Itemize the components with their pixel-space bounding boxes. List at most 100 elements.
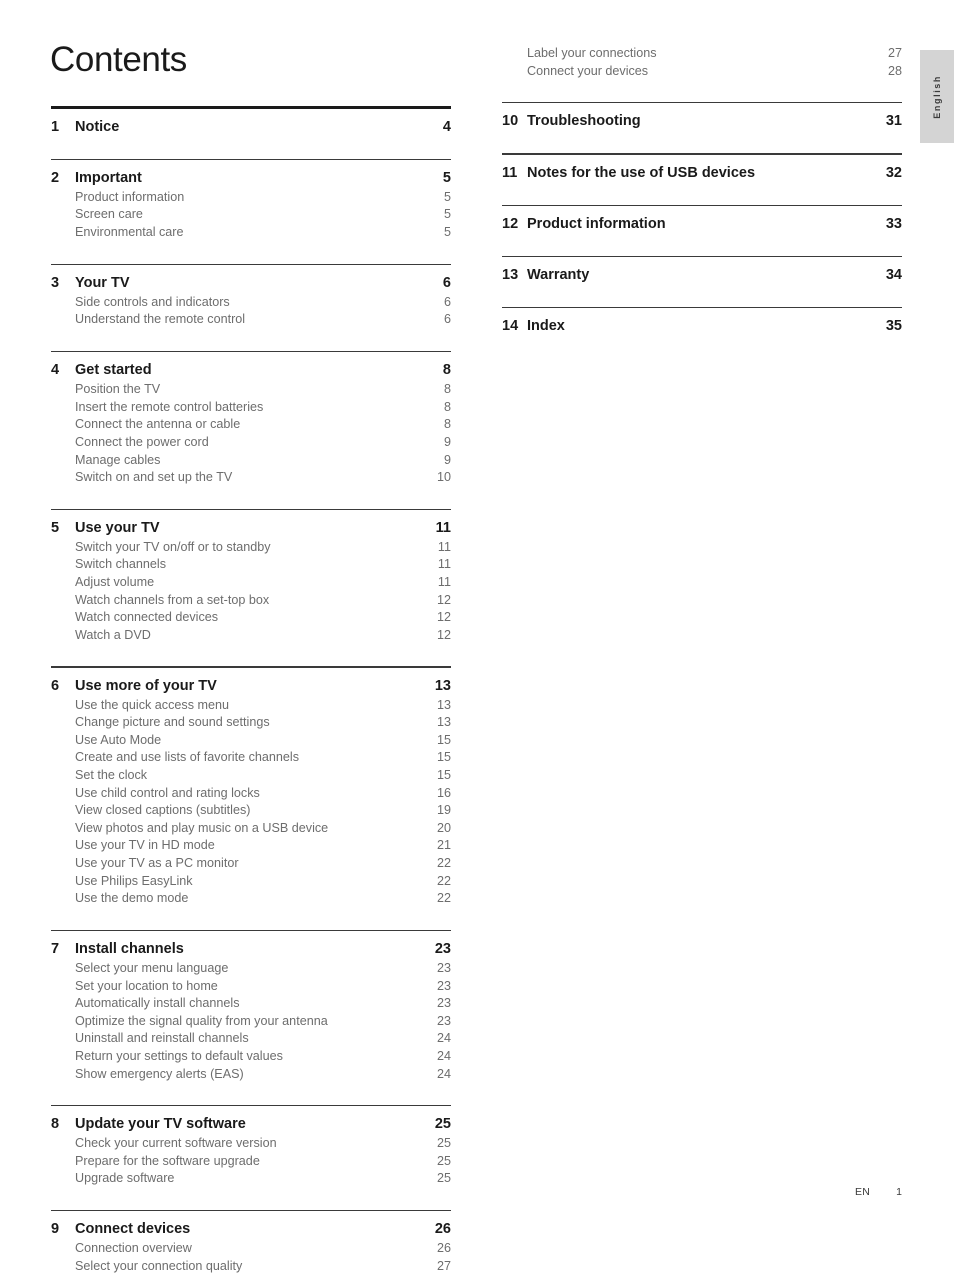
toc-subitem[interactable]: Select your connection quality 27: [51, 1258, 451, 1275]
toc-heading-10[interactable]: 10 Troubleshooting 31: [502, 110, 902, 131]
toc-subitem[interactable]: Switch channels 11: [51, 556, 451, 574]
toc-subitem[interactable]: Switch on and set up the TV 10: [51, 469, 451, 487]
toc-heading-6-label: Use more of your TV: [75, 677, 217, 694]
toc-subitem[interactable]: Select your menu language 23: [51, 960, 451, 978]
toc-heading-9[interactable]: 9 Connect devices 26: [51, 1218, 451, 1239]
toc-subitem-page: 23: [436, 960, 451, 975]
toc-subitem-label: Switch on and set up the TV: [75, 470, 233, 485]
toc-subitem[interactable]: Use the quick access menu 13: [51, 697, 451, 715]
toc-subitem-page: 26: [436, 1241, 451, 1256]
toc-subitem[interactable]: Adjust volume 11: [51, 574, 451, 592]
toc-subitem[interactable]: Watch channels from a set-top box 12: [51, 592, 451, 610]
toc-subitem[interactable]: Prepare for the software upgrade 25: [51, 1153, 451, 1171]
toc-subitem-page: 5: [443, 207, 451, 222]
toc-heading-13[interactable]: 13 Warranty 34: [502, 264, 902, 285]
toc-subitem[interactable]: Automatically install channels 23: [51, 995, 451, 1013]
toc-subitem-list: Use the quick access menu 13 Change pictur…: [51, 697, 451, 908]
toc-heading-2-number: 2: [51, 169, 60, 186]
toc-heading-1[interactable]: 1 Notice 4: [51, 116, 451, 137]
toc-heading-3[interactable]: 3 Your TV 6: [51, 272, 451, 293]
divider-spacer: [51, 265, 451, 272]
toc-subitem[interactable]: Use Auto Mode 15: [51, 732, 451, 750]
toc-subitem[interactable]: View closed captions (subtitles) 19: [51, 802, 451, 820]
toc-subitem[interactable]: Show emergency alerts (EAS) 24: [51, 1066, 451, 1084]
toc-subitem[interactable]: Connect the antenna or cable 8: [51, 416, 451, 434]
toc-heading-6-number: 6: [51, 677, 60, 694]
toc-heading-7[interactable]: 7 Install channels 23: [51, 938, 451, 959]
toc-subitem-label: Connect the antenna or cable: [75, 417, 241, 432]
toc-heading-2[interactable]: 2 Important 5: [51, 167, 451, 188]
toc-subitem[interactable]: Screen care 5: [51, 206, 451, 224]
toc-subitem[interactable]: Check your current software version 25: [51, 1135, 451, 1153]
toc-subitem[interactable]: Connection overview 26: [51, 1240, 451, 1258]
toc-heading-2-label: Important: [75, 169, 142, 186]
toc-subitem[interactable]: Product information 5: [51, 189, 451, 207]
toc-subitem[interactable]: Watch connected devices 12: [51, 609, 451, 627]
toc-heading-1-number: 1: [51, 118, 60, 135]
toc-section: 14 Index 35: [502, 285, 902, 336]
toc-subitem[interactable]: View photos and play music on a USB devi…: [51, 820, 451, 838]
toc-subitem-label: Prepare for the software upgrade: [75, 1153, 260, 1168]
toc-subitem-label: Watch channels from a set-top box: [75, 592, 270, 607]
toc-subitem-page: 19: [436, 803, 451, 818]
toc-subitem-page: 8: [443, 417, 451, 432]
toc-subitem[interactable]: Manage cables 9: [51, 452, 451, 470]
toc-subitem-label: Use your TV as a PC monitor: [75, 855, 239, 870]
toc-subitem[interactable]: Return your settings to default values 24: [51, 1048, 451, 1066]
toc-heading-14[interactable]: 14 Index 35: [502, 315, 902, 336]
toc-subitem-page: 25: [436, 1136, 451, 1151]
toc-subitem-page: 24: [436, 1066, 451, 1081]
toc-subitem[interactable]: Uninstall and reinstall channels 24: [51, 1030, 451, 1048]
toc-subitem-label: Change picture and sound settings: [75, 715, 270, 730]
toc-subitem[interactable]: Set the clock 15: [51, 767, 451, 785]
toc-heading-6[interactable]: 6 Use more of your TV 13: [51, 675, 451, 696]
divider-spacer: [51, 160, 451, 167]
toc-subitem[interactable]: Use Philips EasyLink 22: [51, 873, 451, 891]
toc-subitem[interactable]: Understand the remote control 6: [51, 311, 451, 329]
toc-subitem[interactable]: Insert the remote control batteries 8: [51, 399, 451, 417]
toc-subitem[interactable]: Connect your devices 28: [502, 63, 902, 81]
toc-heading-13-label: Warranty: [527, 266, 590, 283]
toc-heading-11[interactable]: 11 Notes for the use of USB devices 32: [502, 162, 902, 183]
toc-subitem[interactable]: Label your connections 27: [502, 45, 902, 63]
toc-heading-4[interactable]: 4 Get started 8: [51, 359, 451, 380]
toc-subitem[interactable]: Environmental care 5: [51, 224, 451, 242]
toc-subitem-page: 21: [436, 838, 451, 853]
toc-heading-14-number: 14: [502, 318, 519, 335]
toc-subitem-label: Show emergency alerts (EAS): [75, 1066, 244, 1081]
toc-column-right: Label your connections 27 Connect your dev…: [502, 44, 902, 336]
toc-subitem[interactable]: Change picture and sound settings 13: [51, 714, 451, 732]
toc-subitem-page: 8: [443, 399, 451, 414]
toc-subitem[interactable]: Use the demo mode 22: [51, 890, 451, 908]
contents-page: English Contents 1 Notice 4 2 Important 5 Prod…: [0, 0, 954, 1273]
toc-heading-5[interactable]: 5 Use your TV 11: [51, 517, 451, 538]
toc-subitem-label: Switch channels: [75, 557, 167, 572]
toc-subitem[interactable]: Use your TV in HD mode 21: [51, 837, 451, 855]
toc-subitem[interactable]: Connect the power cord 9: [51, 434, 451, 452]
toc-subitem[interactable]: Use your TV as a PC monitor 22: [51, 855, 451, 873]
toc-subitem-label: Adjust volume: [75, 575, 155, 590]
toc-heading-10-number: 10: [502, 113, 519, 130]
divider-spacer: [51, 668, 451, 675]
toc-subitem[interactable]: Watch a DVD 12: [51, 627, 451, 645]
toc-heading-2-page: 5: [442, 169, 451, 186]
toc-subitem[interactable]: Set your location to home 23: [51, 978, 451, 996]
toc-subitem[interactable]: Side controls and indicators 6: [51, 294, 451, 312]
toc-subitem[interactable]: Use child control and rating locks 16: [51, 785, 451, 803]
toc-subitem[interactable]: Create and use lists of favorite channel…: [51, 749, 451, 767]
toc-heading-11-number: 11: [502, 164, 518, 181]
toc-heading-12[interactable]: 12 Product information 33: [502, 213, 902, 234]
divider-spacer: [502, 308, 902, 315]
toc-section: 5 Use your TV 11 Switch your TV on/off or t…: [51, 487, 451, 645]
toc-subitem-page: 27: [436, 1258, 451, 1273]
toc-subitem[interactable]: Position the TV 8: [51, 381, 451, 399]
toc-subitem[interactable]: Switch your TV on/off or to standby 11: [51, 539, 451, 557]
toc-subitem-page: 27: [887, 46, 902, 60]
toc-heading-8[interactable]: 8 Update your TV software 25: [51, 1113, 451, 1134]
toc-subitem[interactable]: Optimize the signal quality from your an…: [51, 1013, 451, 1031]
toc-subitem-page: 9: [443, 452, 451, 467]
